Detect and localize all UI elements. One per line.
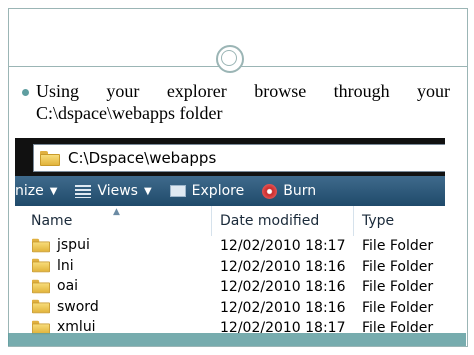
explore-icon xyxy=(169,185,186,197)
column-header-name-label: Name xyxy=(31,213,73,229)
folder-icon xyxy=(32,279,50,293)
file-date: 12/02/2010 18:16 xyxy=(220,279,346,295)
file-type: File Folder xyxy=(362,258,434,275)
explorer-window-screenshot: C:\Dspace\webapps nize ▼ Views ▼ Explore… xyxy=(15,138,445,338)
address-bar: C:\Dspace\webapps xyxy=(15,138,445,176)
column-header-type[interactable]: Type xyxy=(354,206,445,236)
folder-icon xyxy=(32,320,50,334)
slide-footer-band xyxy=(8,333,466,346)
file-row[interactable]: oai 12/02/2010 18:16 File Folder xyxy=(15,277,445,298)
file-name: oai xyxy=(57,278,79,294)
file-type: File Folder xyxy=(362,238,434,254)
file-name: sword xyxy=(57,298,99,315)
folder-icon xyxy=(32,299,50,314)
file-row[interactable]: lni 12/02/2010 18:16 File Folder xyxy=(15,257,445,278)
folder-icon xyxy=(40,150,60,166)
bullet-text-line1: Using your explorer browse through your xyxy=(36,81,450,101)
folder-icon xyxy=(32,258,50,273)
burn-label: Burn xyxy=(283,183,317,199)
decorative-circle-icon xyxy=(216,45,244,73)
address-path: C:\Dspace\webapps xyxy=(68,149,217,167)
file-row[interactable]: sword 12/02/2010 18:16 File Folder xyxy=(15,298,445,319)
file-name: jspui xyxy=(57,237,90,253)
toolbar: nize ▼ Views ▼ Explore Burn xyxy=(15,176,445,206)
bullet-text-line2: C:\dspace\webapps folder xyxy=(36,103,223,123)
bullet-icon xyxy=(22,89,29,96)
views-icon xyxy=(75,184,92,198)
file-name: lni xyxy=(57,257,74,274)
chevron-down-icon: ▼ xyxy=(49,185,58,197)
column-header-date[interactable]: Date modified xyxy=(212,206,354,236)
column-header-date-label: Date modified xyxy=(220,213,320,229)
column-header-name[interactable]: ▲ Name xyxy=(15,206,212,236)
file-date: 12/02/2010 18:16 xyxy=(220,299,346,316)
file-list: jspui 12/02/2010 18:17 File Folder lni 1… xyxy=(15,236,445,338)
file-type: File Folder xyxy=(362,299,434,316)
organize-button[interactable]: nize ▼ xyxy=(15,183,57,199)
column-header-row: ▲ Name Date modified Type xyxy=(15,206,445,236)
file-type: File Folder xyxy=(362,279,434,295)
burn-button[interactable]: Burn xyxy=(262,183,316,199)
folder-icon xyxy=(32,238,50,252)
address-field[interactable]: C:\Dspace\webapps xyxy=(33,144,445,172)
file-date: 12/02/2010 18:16 xyxy=(220,258,346,275)
file-row[interactable]: jspui 12/02/2010 18:17 File Folder xyxy=(15,236,445,257)
column-header-type-label: Type xyxy=(362,213,395,229)
organize-label: nize xyxy=(15,183,44,199)
chevron-down-icon: ▼ xyxy=(143,185,152,197)
file-date: 12/02/2010 18:17 xyxy=(220,238,346,254)
explore-label: Explore xyxy=(191,183,245,199)
sort-ascending-icon: ▲ xyxy=(113,207,120,217)
explore-button[interactable]: Explore xyxy=(169,183,245,199)
burn-disc-icon xyxy=(262,183,278,199)
